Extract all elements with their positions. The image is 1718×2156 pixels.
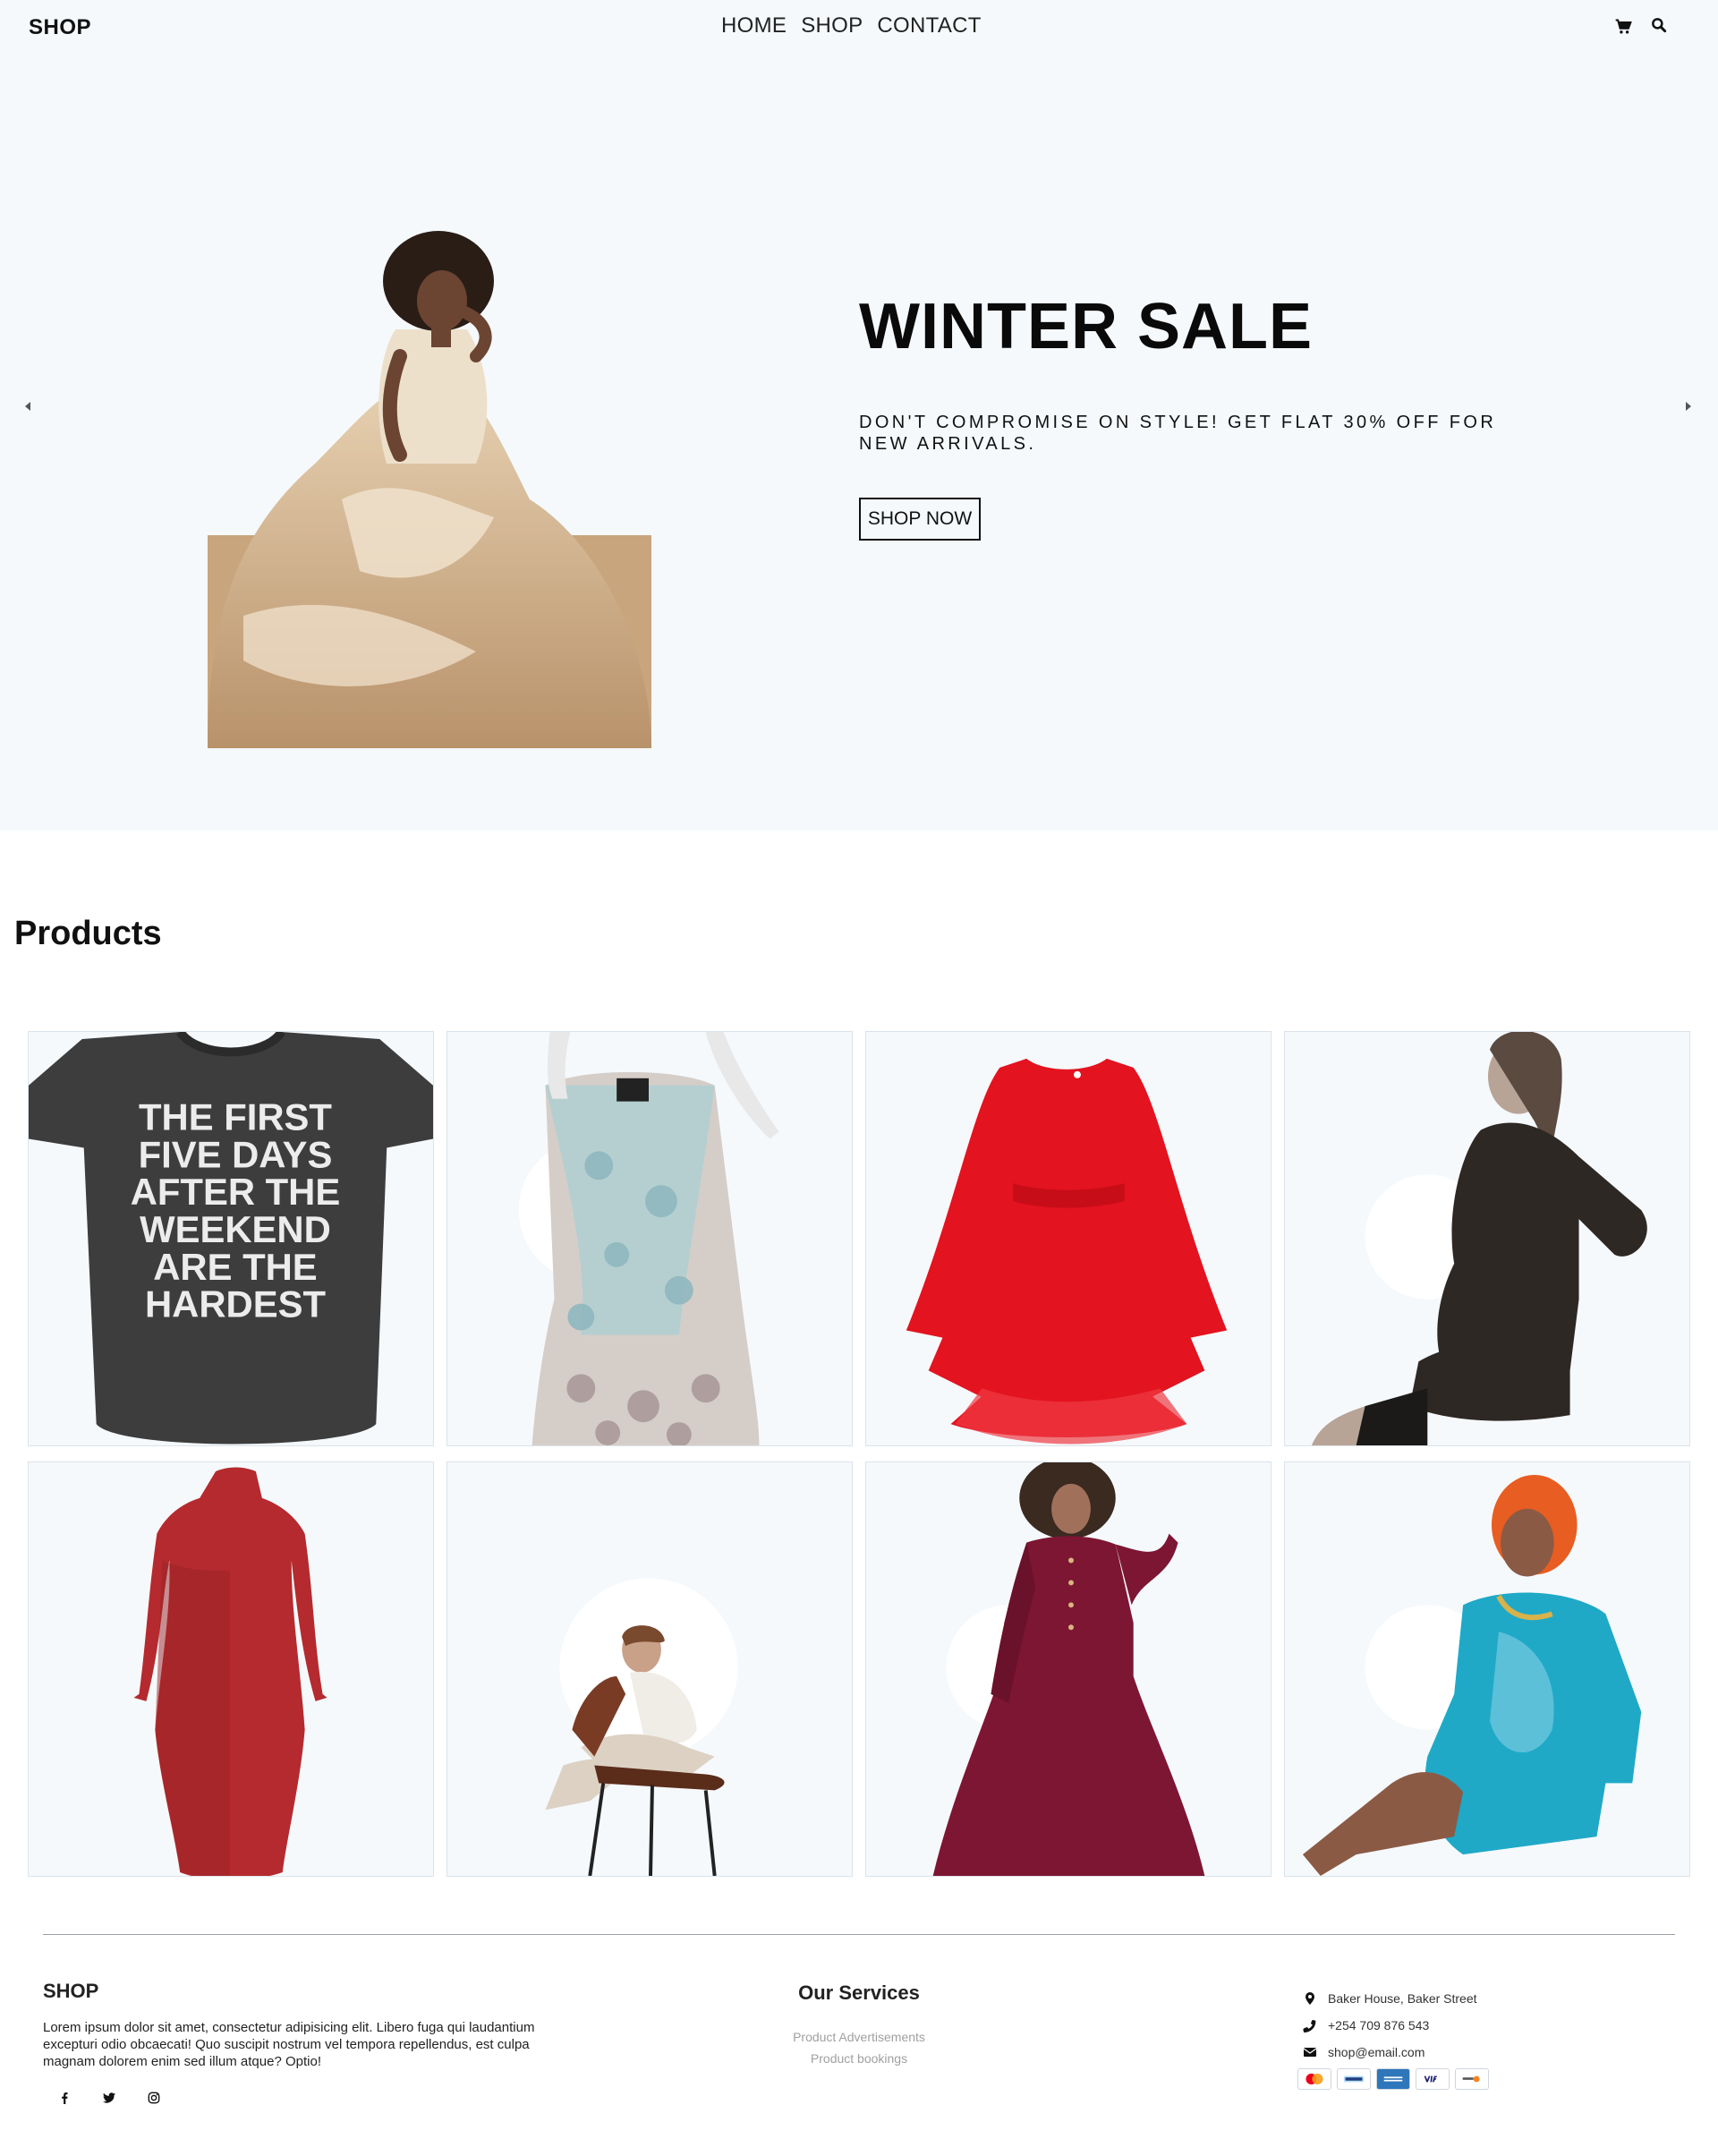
footer-description: Lorem ipsum dolor sit amet, consectetur …: [43, 2020, 535, 2069]
map-marker-icon: [1306, 1992, 1314, 2005]
service-link-advertisements[interactable]: Product Advertisements: [770, 2026, 948, 2048]
products-title: Products: [14, 915, 162, 952]
shop-now-button[interactable]: SHOP NOW: [859, 498, 981, 541]
twitter-icon[interactable]: [102, 2091, 116, 2105]
product-card[interactable]: [1284, 1031, 1690, 1446]
visa-icon: [1416, 2068, 1450, 2090]
phone-icon: [1303, 2019, 1316, 2032]
product-image-floral-maxi-dress: [518, 1032, 779, 1445]
cart-icon[interactable]: [1614, 18, 1632, 36]
address-text: Baker House, Baker Street: [1328, 1991, 1477, 2006]
brand-logo[interactable]: SHOP: [29, 15, 91, 40]
product-card[interactable]: [865, 1031, 1271, 1446]
search-icon[interactable]: [1650, 16, 1668, 34]
amex-icon: [1376, 2068, 1410, 2090]
envelope-icon: [1303, 2048, 1317, 2057]
contact-phone: +254 709 876 543: [1303, 2012, 1477, 2039]
footer-divider: [43, 1934, 1675, 1935]
product-card[interactable]: [447, 1031, 853, 1446]
tshirt-text-line: FIVE DAYS: [139, 1133, 333, 1175]
email-text[interactable]: shop@email.com: [1328, 2045, 1425, 2059]
caret-left-icon: [25, 402, 30, 411]
nav-icons: [1614, 18, 1668, 36]
product-image-woman-on-chair: [545, 1578, 738, 1876]
mastercard-icon: [1297, 2068, 1331, 2090]
facebook-icon[interactable]: [57, 2091, 72, 2105]
footer-logo[interactable]: SHOP: [43, 1980, 98, 2003]
tshirt-text-line: WEEKEND: [140, 1208, 331, 1250]
slider-next-button[interactable]: [1677, 396, 1698, 417]
social-links: [57, 2091, 161, 2105]
caret-right-icon: [1686, 402, 1691, 411]
slider-prev-button[interactable]: [18, 396, 39, 417]
product-card[interactable]: [1284, 1461, 1690, 1877]
product-card[interactable]: THE FIRST FIVE DAYS AFTER THE WEEKEND AR…: [28, 1031, 434, 1446]
hero-slider: WINTER SALE DON'T COMPROMISE ON STYLE! G…: [0, 55, 1718, 831]
nav-link-contact[interactable]: CONTACT: [877, 13, 981, 38]
contact-info: Baker House, Baker Street +254 709 876 5…: [1303, 1985, 1477, 2066]
nav-links: HOME SHOP CONTACT: [721, 13, 982, 38]
product-image-burgundy-dress: [932, 1462, 1205, 1876]
hero-image-ball-gown-model: [208, 231, 651, 748]
product-card[interactable]: [447, 1461, 853, 1877]
hero-title: WINTER SALE: [859, 291, 1313, 362]
tshirt-text-line: ARE THE: [153, 1246, 317, 1288]
product-image-turquoise-dress: [1302, 1474, 1642, 1876]
product-image-graphic-tshirt: THE FIRST FIVE DAYS AFTER THE WEEKEND AR…: [29, 1032, 433, 1444]
tshirt-text-line: HARDEST: [145, 1283, 326, 1325]
services-list: Product Advertisements Product bookings: [770, 2026, 948, 2069]
service-link-bookings[interactable]: Product bookings: [770, 2048, 948, 2069]
phone-text: +254 709 876 543: [1328, 2018, 1430, 2032]
instagram-icon[interactable]: [147, 2091, 161, 2105]
tshirt-text-line: AFTER THE: [131, 1171, 341, 1213]
services-title: Our Services: [798, 1981, 920, 2004]
contact-address: Baker House, Baker Street: [1303, 1985, 1477, 2012]
product-card[interactable]: [865, 1461, 1271, 1877]
product-image-black-wrap-dress: [1311, 1032, 1647, 1445]
payment-methods: [1297, 2068, 1489, 2090]
product-image-red-bodycon-dress: [133, 1467, 327, 1876]
navbar: SHOP HOME SHOP CONTACT: [0, 0, 1718, 55]
nav-link-home[interactable]: HOME: [721, 13, 787, 38]
discover-icon: [1455, 2068, 1489, 2090]
product-card[interactable]: [28, 1461, 434, 1877]
tshirt-text-line: THE FIRST: [139, 1096, 332, 1138]
paypal-icon: [1337, 2068, 1371, 2090]
hero-description: DON'T COMPROMISE ON STYLE! GET FLAT 30% …: [859, 413, 1497, 454]
nav-link-shop[interactable]: SHOP: [801, 13, 863, 38]
product-image-red-lace-dress: [906, 1058, 1228, 1444]
contact-email: shop@email.com: [1303, 2039, 1477, 2066]
